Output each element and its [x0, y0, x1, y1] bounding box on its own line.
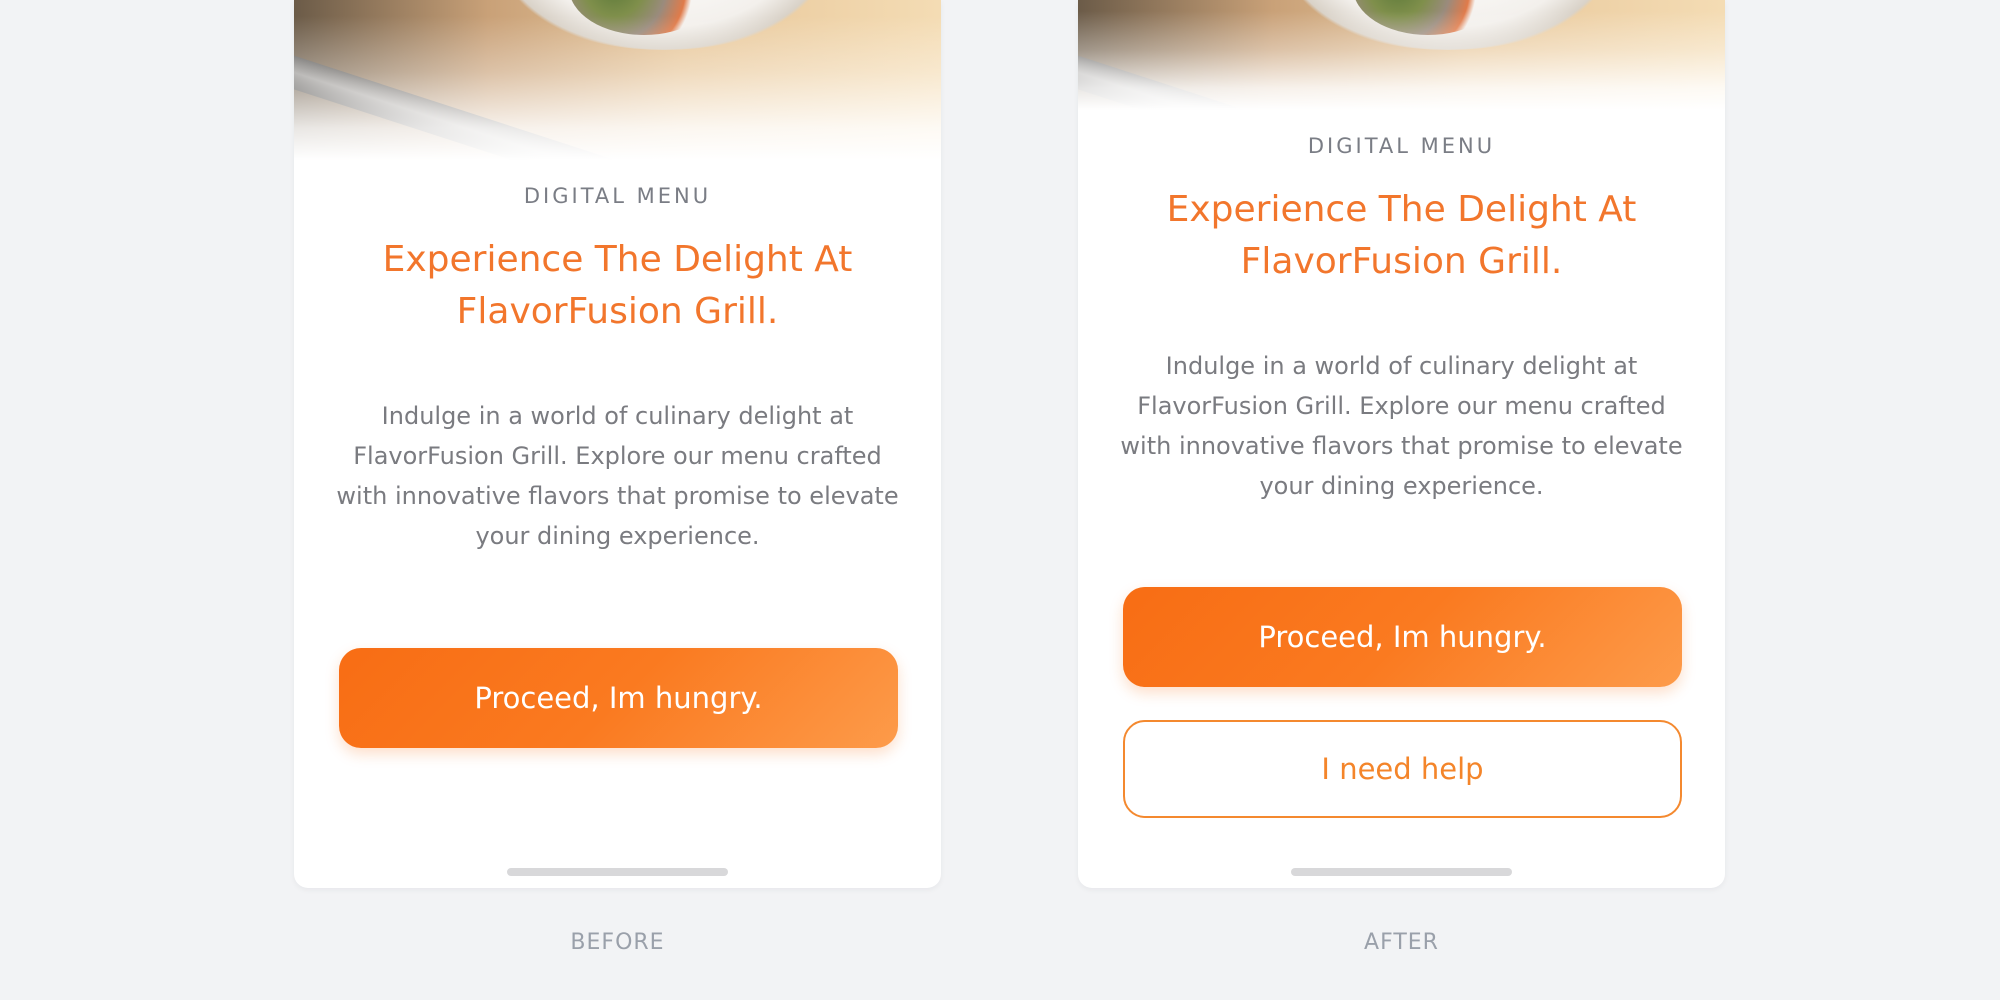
eyebrow-label: DIGITAL MENU — [1307, 134, 1496, 158]
proceed-button[interactable]: Proceed, Im hungry. — [1123, 587, 1682, 687]
intro-paragraph: Indulge in a world of culinary delight a… — [336, 402, 899, 550]
page-headline: Experience The Delight At FlavorFusion G… — [382, 239, 853, 332]
page-headline: Experience The Delight At FlavorFusion G… — [1166, 189, 1637, 282]
intro-paragraph: Indulge in a world of culinary delight a… — [1120, 352, 1683, 500]
hero-fade-overlay — [294, 0, 941, 160]
hero-food-image — [1078, 0, 1725, 110]
after-caption: AFTER — [1364, 930, 1439, 955]
proceed-button[interactable]: Proceed, Im hungry. — [339, 648, 898, 748]
hero-fade-overlay — [1078, 0, 1725, 110]
before-caption: BEFORE — [570, 930, 665, 955]
help-button[interactable]: I need help — [1123, 720, 1682, 818]
hero-food-image — [294, 0, 941, 160]
phone-screen-before: DIGITAL MENU Experience The Delight At F… — [294, 0, 941, 888]
eyebrow-label: DIGITAL MENU — [523, 184, 712, 208]
phone-screen-after: DIGITAL MENU Experience The Delight At F… — [1078, 0, 1725, 888]
home-indicator[interactable] — [1291, 868, 1512, 876]
comparison-stage: DIGITAL MENU Experience The Delight At F… — [0, 0, 2000, 1000]
home-indicator[interactable] — [507, 868, 728, 876]
